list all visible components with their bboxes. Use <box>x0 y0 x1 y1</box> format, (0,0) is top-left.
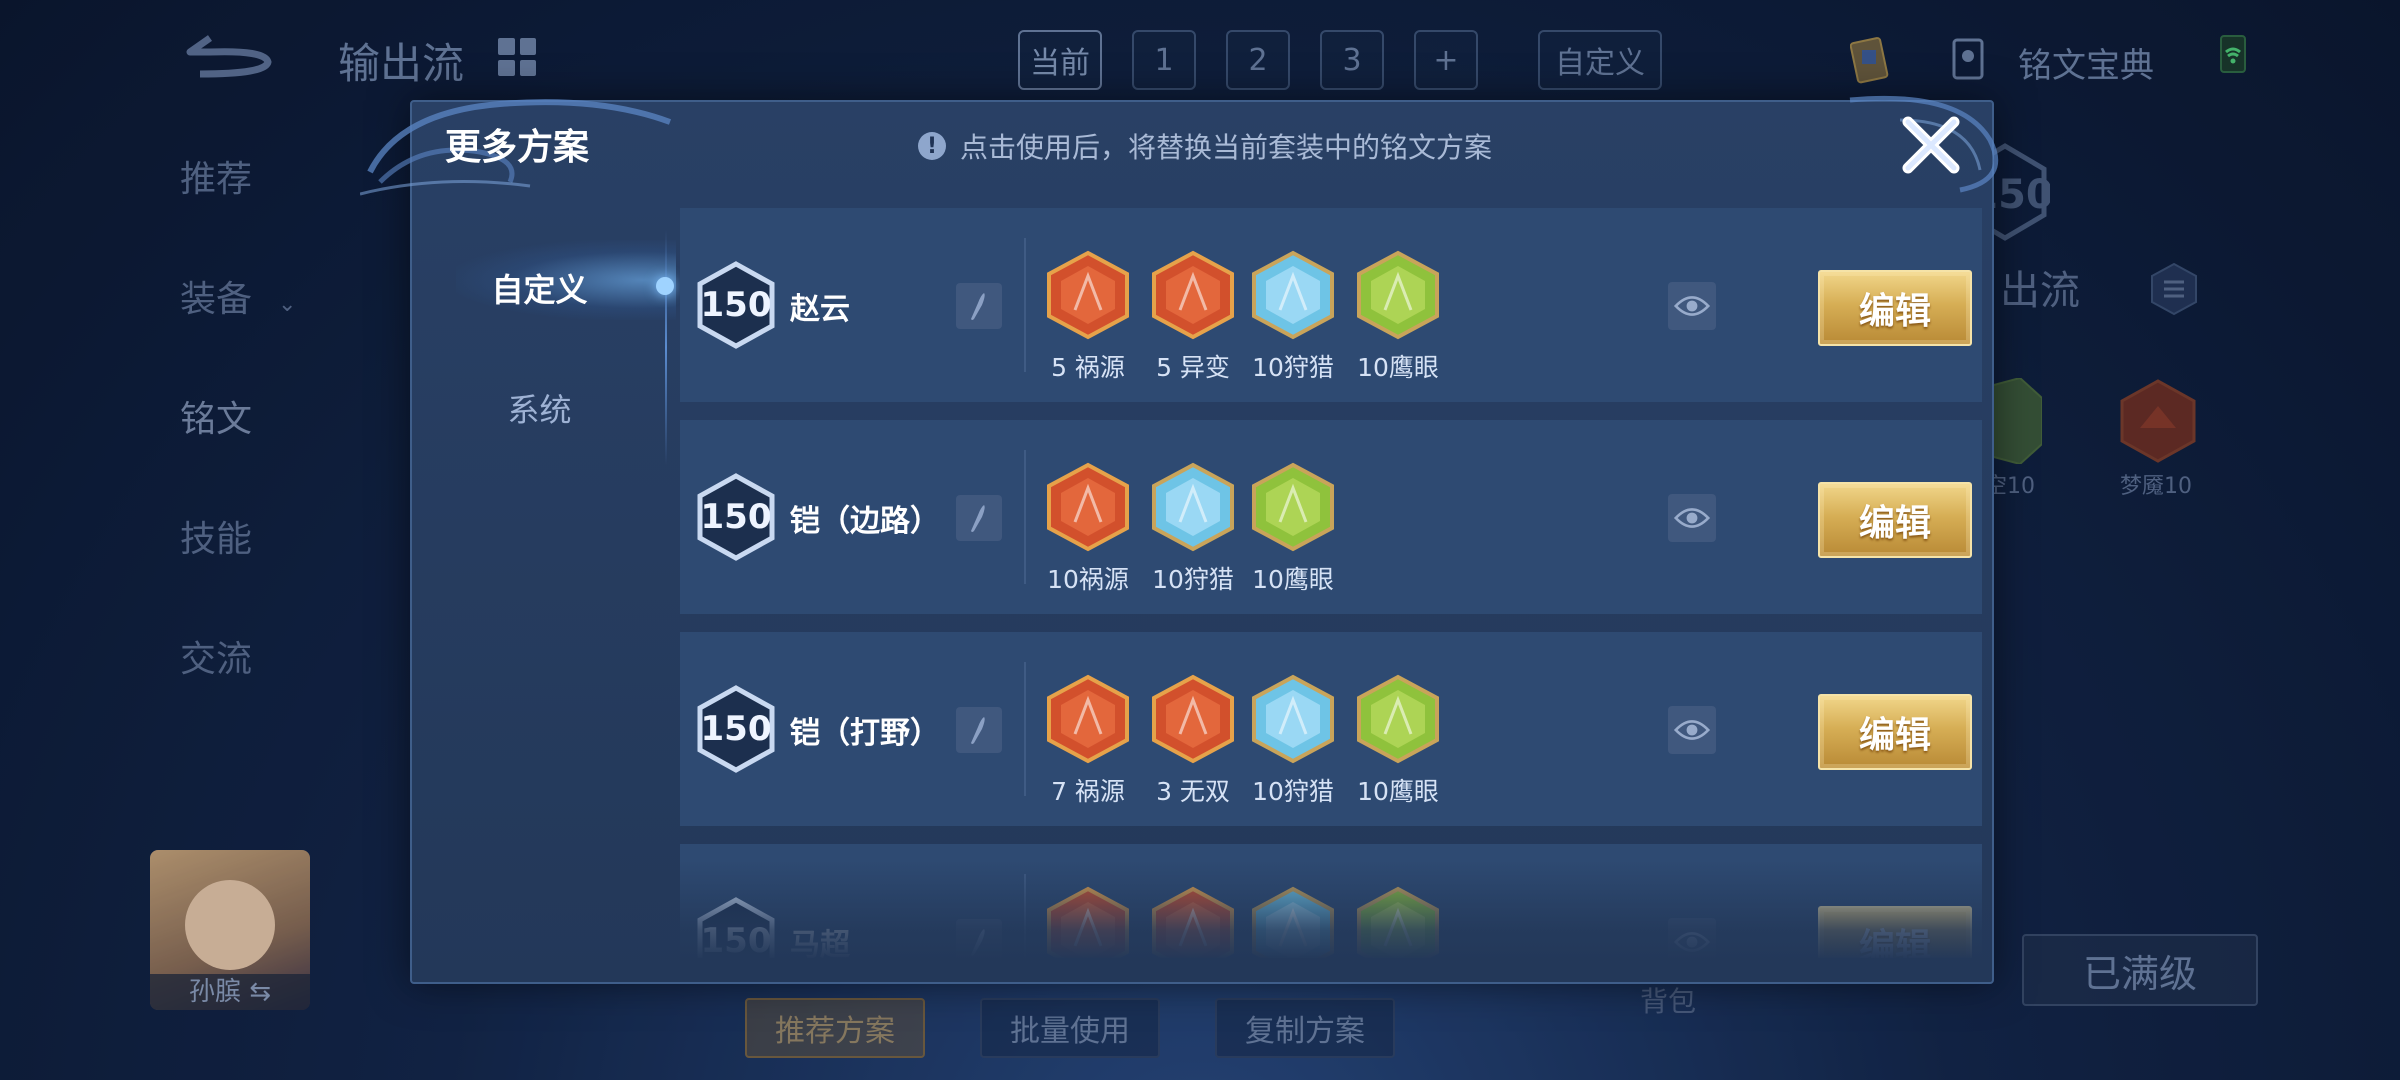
plan-level: 150 <box>700 497 772 537</box>
preview-button[interactable] <box>1668 282 1716 330</box>
plan-name: 铠（边路） <box>790 504 940 539</box>
blue-rune-icon <box>1252 250 1334 340</box>
pencil-icon <box>971 505 985 532</box>
tab-system-plans[interactable]: 系统 <box>412 348 667 468</box>
rune-label: 10鹰眼 <box>1357 353 1439 382</box>
rune-label: 10祸源 <box>1047 565 1129 594</box>
red-rune-icon <box>1047 674 1129 764</box>
red-rune-icon <box>1047 250 1129 340</box>
rune-label: 3 无双 <box>1156 777 1230 806</box>
plan-category-tabs: 自定义 系统 <box>412 228 667 468</box>
green-rune-icon <box>1252 462 1334 552</box>
rune-label: 10鹰眼 <box>1252 565 1334 594</box>
red-rune-icon <box>1152 250 1234 340</box>
red-rune-icon <box>1152 674 1234 764</box>
rune-label: 10狩猎 <box>1252 353 1334 382</box>
eye-icon <box>1674 296 1710 316</box>
plan-name: 马超 <box>790 928 850 958</box>
tab-custom-plans[interactable]: 自定义 <box>412 228 667 348</box>
plan-row[interactable]: 150 铠（打野） 编辑 7 祸源 3 无双 10狩猎 10鹰眼 <box>680 632 1982 826</box>
row-divider <box>1024 874 1026 958</box>
plan-level: 150 <box>700 285 772 325</box>
blue-rune-icon <box>1252 674 1334 764</box>
rename-button[interactable] <box>956 495 1002 541</box>
row-divider <box>1024 238 1026 372</box>
blue-rune-icon <box>1252 886 1334 958</box>
eye-icon <box>1674 720 1710 740</box>
rune-label: 10鹰眼 <box>1357 777 1439 806</box>
green-rune-icon <box>1357 250 1439 340</box>
plan-level: 150 <box>700 709 772 749</box>
green-rune-icon <box>1357 886 1439 958</box>
rune-label: 7 祸源 <box>1051 777 1125 806</box>
plan-row[interactable]: 150 铠（边路） 编辑 10祸源 10狩猎 10鹰眼 <box>680 420 1982 614</box>
plan-row[interactable]: 150 马超 编辑 <box>680 844 1982 958</box>
preview-button[interactable] <box>1668 918 1716 958</box>
plan-row[interactable]: 150 赵云 编辑 5 祸源 5 异变 10狩猎 10鹰眼 <box>680 208 1982 402</box>
pencil-icon <box>971 929 985 956</box>
pencil-icon <box>971 293 985 320</box>
plan-level: 150 <box>700 921 772 958</box>
rename-button[interactable] <box>956 707 1002 753</box>
row-divider <box>1024 662 1026 796</box>
edit-button[interactable]: 编辑 <box>1818 270 1972 346</box>
rename-button[interactable] <box>956 919 1002 958</box>
plan-name: 赵云 <box>790 292 850 327</box>
pencil-icon <box>971 717 985 744</box>
plan-list[interactable]: 150 赵云 编辑 5 祸源 5 异变 10狩猎 10鹰眼 150 铠（边路） 编辑 … <box>680 208 1982 958</box>
row-divider <box>1024 450 1026 584</box>
rune-label: 10狩猎 <box>1252 777 1334 806</box>
red-rune-icon <box>1047 462 1129 552</box>
eye-icon <box>1674 932 1710 952</box>
preview-button[interactable] <box>1668 494 1716 542</box>
edit-button[interactable]: 编辑 <box>1818 694 1972 770</box>
modal-title: 更多方案 <box>445 127 590 168</box>
rune-label: 10狩猎 <box>1152 565 1234 594</box>
notice-text: ! 点击使用后，将替换当前套装中的铭文方案 <box>918 126 1492 166</box>
edit-button[interactable]: 编辑 <box>1818 482 1972 558</box>
info-icon: ! <box>918 132 946 160</box>
green-rune-icon <box>1357 674 1439 764</box>
close-icon[interactable] <box>1896 110 1966 180</box>
red-rune-icon <box>1047 886 1129 958</box>
red-rune-icon <box>1152 886 1234 958</box>
rune-label: 5 异变 <box>1156 353 1230 382</box>
blue-rune-icon <box>1152 462 1234 552</box>
preview-button[interactable] <box>1668 706 1716 754</box>
eye-icon <box>1674 508 1710 528</box>
rename-button[interactable] <box>956 283 1002 329</box>
rune-label: 5 祸源 <box>1051 353 1125 382</box>
edit-button[interactable]: 编辑 <box>1818 906 1972 958</box>
plan-name: 铠（打野） <box>790 716 940 751</box>
